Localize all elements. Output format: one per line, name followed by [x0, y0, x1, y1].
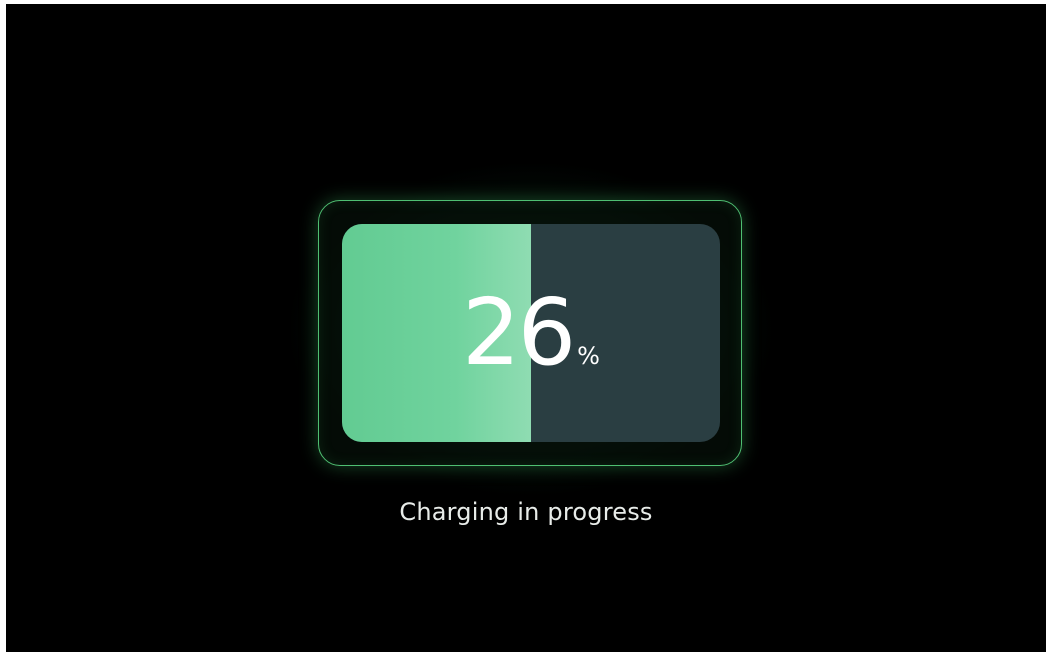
- charging-screen: 26 % Charging in progress: [6, 4, 1046, 652]
- charge-level-readout: 26 %: [342, 224, 720, 442]
- charge-percentage-unit: %: [577, 342, 600, 370]
- charge-percentage-value: 26: [462, 279, 576, 386]
- charging-status-text: Charging in progress: [399, 498, 653, 526]
